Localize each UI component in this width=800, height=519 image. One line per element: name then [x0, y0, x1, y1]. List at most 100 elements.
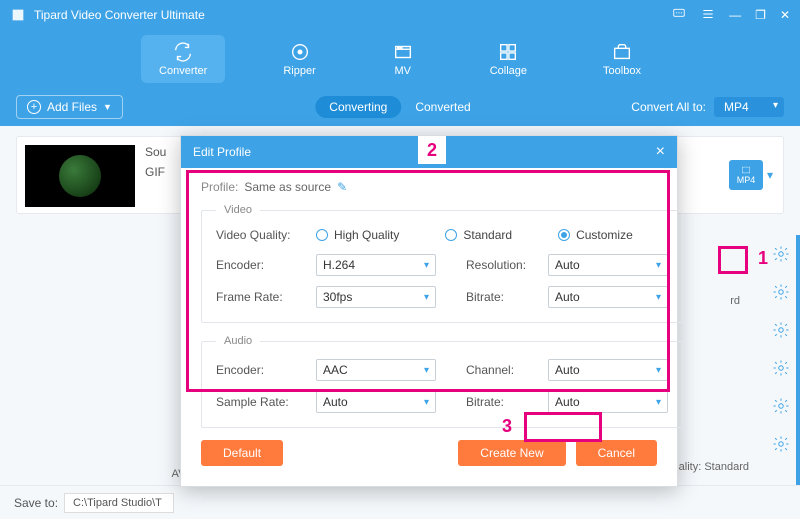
maximize-button[interactable]: ❐ — [755, 8, 766, 22]
nav-collage[interactable]: Collage — [472, 35, 545, 83]
tab-converted[interactable]: Converted — [401, 96, 484, 118]
cancel-button[interactable]: Cancel — [576, 440, 657, 466]
nav-collage-label: Collage — [490, 65, 527, 77]
radio-standard[interactable]: Standard — [445, 228, 512, 242]
tab-converting[interactable]: Converting — [315, 96, 401, 118]
nav-converter[interactable]: Converter — [141, 35, 225, 83]
profile-value: Same as source — [244, 180, 331, 194]
chevron-down-icon: ▾ — [767, 168, 773, 182]
scroll-indicator — [796, 235, 800, 495]
audio-encoder-value: AAC — [323, 363, 348, 377]
video-resolution-value: Auto — [555, 258, 580, 272]
tool-row: + Add Files ▼ Converting Converted Conve… — [0, 88, 800, 126]
app-logo-icon — [10, 7, 26, 23]
audio-encoder-label: Encoder: — [216, 363, 306, 377]
nav-ripper[interactable]: Ripper — [265, 35, 333, 83]
save-to-path[interactable]: C:\Tipard Studio\T — [64, 493, 174, 513]
dialog-title: Edit Profile — [193, 145, 251, 159]
video-legend: Video — [216, 204, 260, 216]
app-title: Tipard Video Converter Ultimate — [34, 8, 205, 22]
audio-bitrate-value: Auto — [555, 395, 580, 409]
audio-encoder-select[interactable]: AAC — [316, 359, 436, 381]
settings-gear-icon[interactable] — [772, 359, 790, 377]
format-badge: MP4 — [729, 160, 763, 190]
media-meta: Sou GIF — [145, 145, 166, 179]
chevron-down-icon: ▼ — [103, 102, 112, 112]
settings-gear-icon[interactable] — [772, 435, 790, 453]
convert-all-select[interactable]: MP4 — [714, 97, 784, 117]
settings-gear-icon[interactable] — [772, 321, 790, 339]
video-bitrate-select[interactable]: Auto — [548, 286, 668, 308]
toolbox-icon — [611, 41, 633, 63]
format-badge-label: MP4 — [737, 175, 756, 185]
radio-customize-label: Customize — [576, 228, 633, 242]
globe-icon — [59, 155, 101, 197]
mv-icon — [392, 41, 414, 63]
feedback-icon[interactable] — [671, 7, 687, 24]
audio-bitrate-select[interactable]: Auto — [548, 391, 668, 413]
audio-fieldset: Audio Encoder: AAC Channel: Auto Sample … — [201, 335, 683, 428]
media-source-label: Sou — [145, 145, 166, 159]
dialog-body: Profile: Same as source ✎ Video Video Qu… — [181, 168, 677, 486]
close-button[interactable]: ✕ — [780, 8, 790, 22]
plus-icon: + — [27, 100, 41, 114]
nav-toolbox-label: Toolbox — [603, 65, 641, 77]
audio-samplerate-select[interactable]: Auto — [316, 391, 436, 413]
nav-mv[interactable]: MV — [374, 35, 432, 83]
gear-column — [772, 245, 790, 453]
radio-high-quality[interactable]: High Quality — [316, 228, 399, 242]
radio-customize[interactable]: Customize — [558, 228, 633, 242]
audio-channel-value: Auto — [555, 363, 580, 377]
audio-channel-label: Channel: — [466, 363, 538, 377]
add-files-button[interactable]: + Add Files ▼ — [16, 95, 123, 119]
convert-all-value: MP4 — [724, 100, 749, 114]
convert-all-label: Convert All to: — [631, 100, 706, 114]
media-gif-label: GIF — [145, 165, 166, 179]
profile-row: Profile: Same as source ✎ — [201, 180, 657, 194]
menu-icon[interactable] — [701, 7, 715, 24]
default-button[interactable]: Default — [201, 440, 283, 466]
edit-pencil-icon[interactable]: ✎ — [337, 180, 347, 194]
minimize-button[interactable]: — — [729, 8, 741, 22]
video-bitrate-label: Bitrate: — [466, 290, 538, 304]
title-bar: Tipard Video Converter Ultimate — ❐ ✕ — [0, 0, 800, 30]
save-to-label: Save to: — [14, 496, 58, 510]
video-framerate-value: 30fps — [323, 290, 352, 304]
media-thumbnail — [25, 145, 135, 207]
video-fieldset: Video Video Quality: High Quality Standa… — [201, 204, 683, 323]
video-quality-label: Video Quality: — [216, 228, 306, 242]
settings-gear-icon[interactable] — [772, 245, 790, 263]
radio-high-quality-label: High Quality — [334, 228, 399, 242]
dialog-close-button[interactable]: × — [656, 143, 665, 161]
video-bitrate-value: Auto — [555, 290, 580, 304]
create-new-button[interactable]: Create New — [458, 440, 565, 466]
converter-icon — [172, 41, 194, 63]
main-nav: Converter Ripper MV Collage Toolbox — [0, 30, 800, 88]
video-encoder-value: H.264 — [323, 258, 355, 272]
video-encoder-label: Encoder: — [216, 258, 306, 272]
list-quality-fragment: rd — [730, 295, 740, 307]
audio-bitrate-label: Bitrate: — [466, 395, 538, 409]
edit-profile-dialog: Edit Profile × Profile: Same as source ✎… — [180, 135, 678, 487]
video-resolution-label: Resolution: — [466, 258, 538, 272]
output-format-selector[interactable]: MP4 ▾ — [729, 160, 773, 190]
settings-gear-icon[interactable] — [772, 397, 790, 415]
collage-icon — [497, 41, 519, 63]
audio-legend: Audio — [216, 335, 260, 347]
settings-gear-icon[interactable] — [772, 283, 790, 301]
state-tabs: Converting Converted — [315, 96, 484, 118]
video-framerate-label: Frame Rate: — [216, 290, 306, 304]
dialog-footer: Default Create New Cancel — [201, 440, 657, 470]
radio-standard-label: Standard — [463, 228, 512, 242]
video-framerate-select[interactable]: 30fps — [316, 286, 436, 308]
profile-label: Profile: — [201, 180, 238, 194]
audio-samplerate-value: Auto — [323, 395, 348, 409]
video-resolution-select[interactable]: Auto — [548, 254, 668, 276]
video-encoder-select[interactable]: H.264 — [316, 254, 436, 276]
ripper-icon — [289, 41, 311, 63]
add-files-label: Add Files — [47, 100, 97, 114]
annotation-number-2: 2 — [427, 140, 437, 161]
audio-samplerate-label: Sample Rate: — [216, 395, 306, 409]
audio-channel-select[interactable]: Auto — [548, 359, 668, 381]
nav-toolbox[interactable]: Toolbox — [585, 35, 659, 83]
